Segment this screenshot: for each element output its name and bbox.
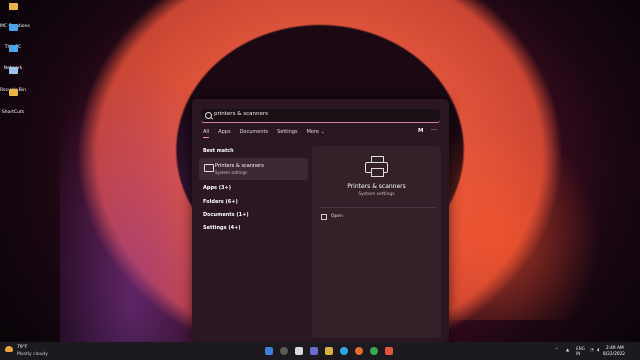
tray-app-icon[interactable]: ▲ <box>566 347 572 352</box>
printer-icon <box>204 164 214 172</box>
search-input[interactable]: printers & scanners <box>201 109 440 123</box>
chat-icon[interactable] <box>310 347 318 355</box>
chrome-icon[interactable] <box>370 347 378 355</box>
language-indicator[interactable]: ENG IN <box>576 346 585 356</box>
best-match-heading: Best match <box>203 149 234 154</box>
weather-description[interactable]: Mostly cloudy <box>17 352 48 357</box>
search-input-value: printers & scanners <box>214 111 268 117</box>
account-avatar[interactable]: M <box>418 128 423 134</box>
tab-all[interactable]: All <box>203 129 210 138</box>
taskbar: 79°F Mostly cloudy ^ ▲ ENG IN ◔ ◖ 2:49 A… <box>0 342 640 360</box>
brave-icon[interactable] <box>385 347 393 355</box>
open-action[interactable]: Open <box>331 214 343 219</box>
best-match-title: Printers & scanners <box>215 163 264 169</box>
folder-icon <box>8 89 18 96</box>
best-match-subtitle: System settings <box>215 170 248 175</box>
open-icon <box>321 214 327 220</box>
search-taskbar-icon[interactable] <box>280 347 288 355</box>
category-apps[interactable]: Apps (3+) <box>203 185 231 191</box>
tab-documents[interactable]: Documents <box>240 129 269 135</box>
search-icon <box>205 112 212 119</box>
preview-divider <box>320 207 436 208</box>
task-view-icon[interactable] <box>295 347 303 355</box>
desktop-icon-shortcuts[interactable]: ShortCuts <box>0 89 26 117</box>
start-search-panel: printers & scanners All Apps Documents S… <box>192 99 449 342</box>
desktop-icon-label: ShortCuts <box>1 110 25 115</box>
preview-title: Printers & scanners <box>347 183 406 190</box>
wifi-icon[interactable]: ◔ <box>590 347 594 352</box>
network-icon <box>8 45 18 52</box>
category-settings[interactable]: Settings (4+) <box>203 225 241 231</box>
result-preview-pane: Printers & scanners System settings Open <box>312 146 441 338</box>
wallpaper-glow-right <box>430 120 600 320</box>
file-explorer-icon[interactable] <box>325 347 333 355</box>
tab-apps[interactable]: Apps <box>218 129 230 135</box>
best-match-result[interactable]: Printers & scanners System settings <box>199 158 308 180</box>
folder-icon <box>8 3 18 10</box>
preview-subtitle: System settings <box>358 192 395 197</box>
clock-date[interactable]: 8/22/2022 <box>603 352 625 357</box>
start-button-icon[interactable] <box>265 347 273 355</box>
category-folders[interactable]: Folders (6+) <box>203 199 238 205</box>
firefox-icon[interactable] <box>355 347 363 355</box>
recycle-bin-icon <box>8 67 18 74</box>
region-code: IN <box>576 351 581 356</box>
clock-time[interactable]: 2:49 AM <box>606 346 624 351</box>
volume-icon[interactable]: ◖ <box>597 347 599 352</box>
tab-more[interactable]: More ⌄ <box>307 129 325 135</box>
category-documents[interactable]: Documents (1+) <box>203 212 249 218</box>
tab-settings[interactable]: Settings <box>277 129 298 135</box>
computer-icon <box>8 24 18 31</box>
edge-browser-icon[interactable] <box>340 347 348 355</box>
weather-temperature[interactable]: 79°F <box>17 345 28 350</box>
weather-icon[interactable] <box>5 346 13 352</box>
printer-icon <box>365 156 389 178</box>
filter-tabs: All Apps Documents Settings More ⌄ <box>203 129 325 138</box>
more-options-button[interactable]: ··· <box>431 127 437 134</box>
chevron-up-icon[interactable]: ^ <box>555 347 559 352</box>
